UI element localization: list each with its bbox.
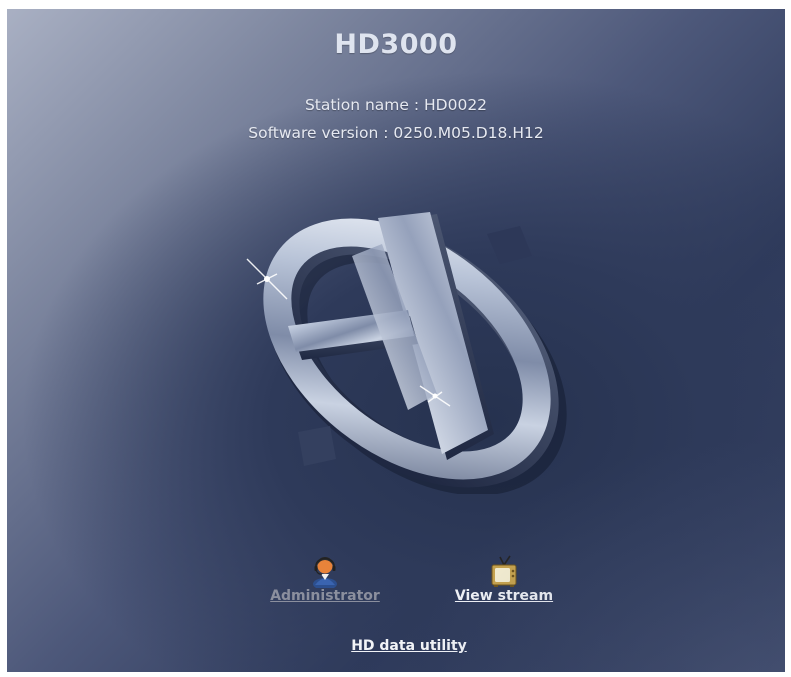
software-version-text: Software version : 0250.M05.D18.H12 [248, 124, 544, 142]
hd-data-utility-action: HD data utility [327, 638, 491, 654]
station-name-text: Station name : HD0022 [304, 96, 488, 114]
view-stream-action[interactable]: View stream [443, 554, 565, 604]
main-panel: HD3000 Station name : HD0022 Software ve… [7, 9, 785, 672]
page-title: HD3000 [334, 29, 458, 60]
view-stream-link[interactable]: View stream [443, 588, 565, 604]
hd-data-utility-link[interactable]: HD data utility [327, 638, 491, 654]
administrator-icon [313, 557, 337, 588]
administrator-link[interactable]: Administrator [260, 588, 390, 604]
hd-chrome-logo [246, 212, 567, 494]
tv-icon [491, 555, 517, 587]
administrator-action: Administrator [260, 554, 390, 604]
